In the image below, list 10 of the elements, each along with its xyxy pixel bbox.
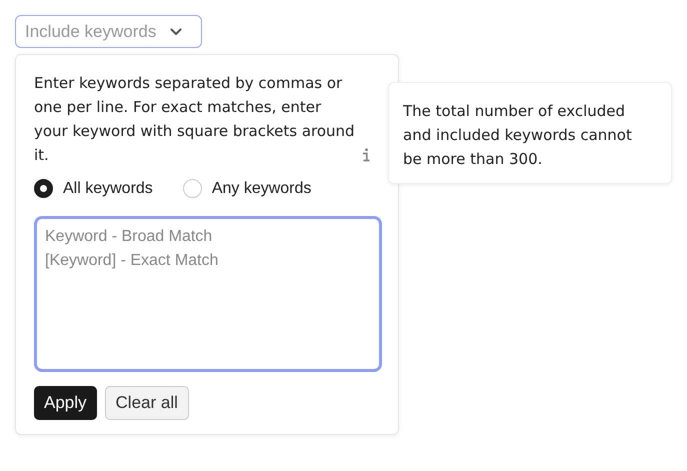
instructions-text: Enter keywords separated by commas or one per line. For exact matches, enter your keyword with square brackets around it. bbox=[34, 73, 356, 166]
radio-button[interactable] bbox=[34, 179, 53, 198]
chevron-down-icon bbox=[170, 28, 182, 36]
radio-label[interactable]: All keywords bbox=[63, 180, 153, 198]
radio-label[interactable]: Any keywords bbox=[212, 180, 312, 198]
tooltip-text: The total number of excluded and included keywords cannot be more than 300. bbox=[403, 102, 632, 168]
keywords-field[interactable]: Keyword - Broad Match [Keyword] - Exact Match bbox=[34, 216, 382, 372]
apply-button[interactable]: Apply bbox=[34, 386, 97, 420]
clear-all-button[interactable]: Clear all bbox=[104, 386, 189, 420]
info-icon[interactable] bbox=[362, 148, 370, 162]
